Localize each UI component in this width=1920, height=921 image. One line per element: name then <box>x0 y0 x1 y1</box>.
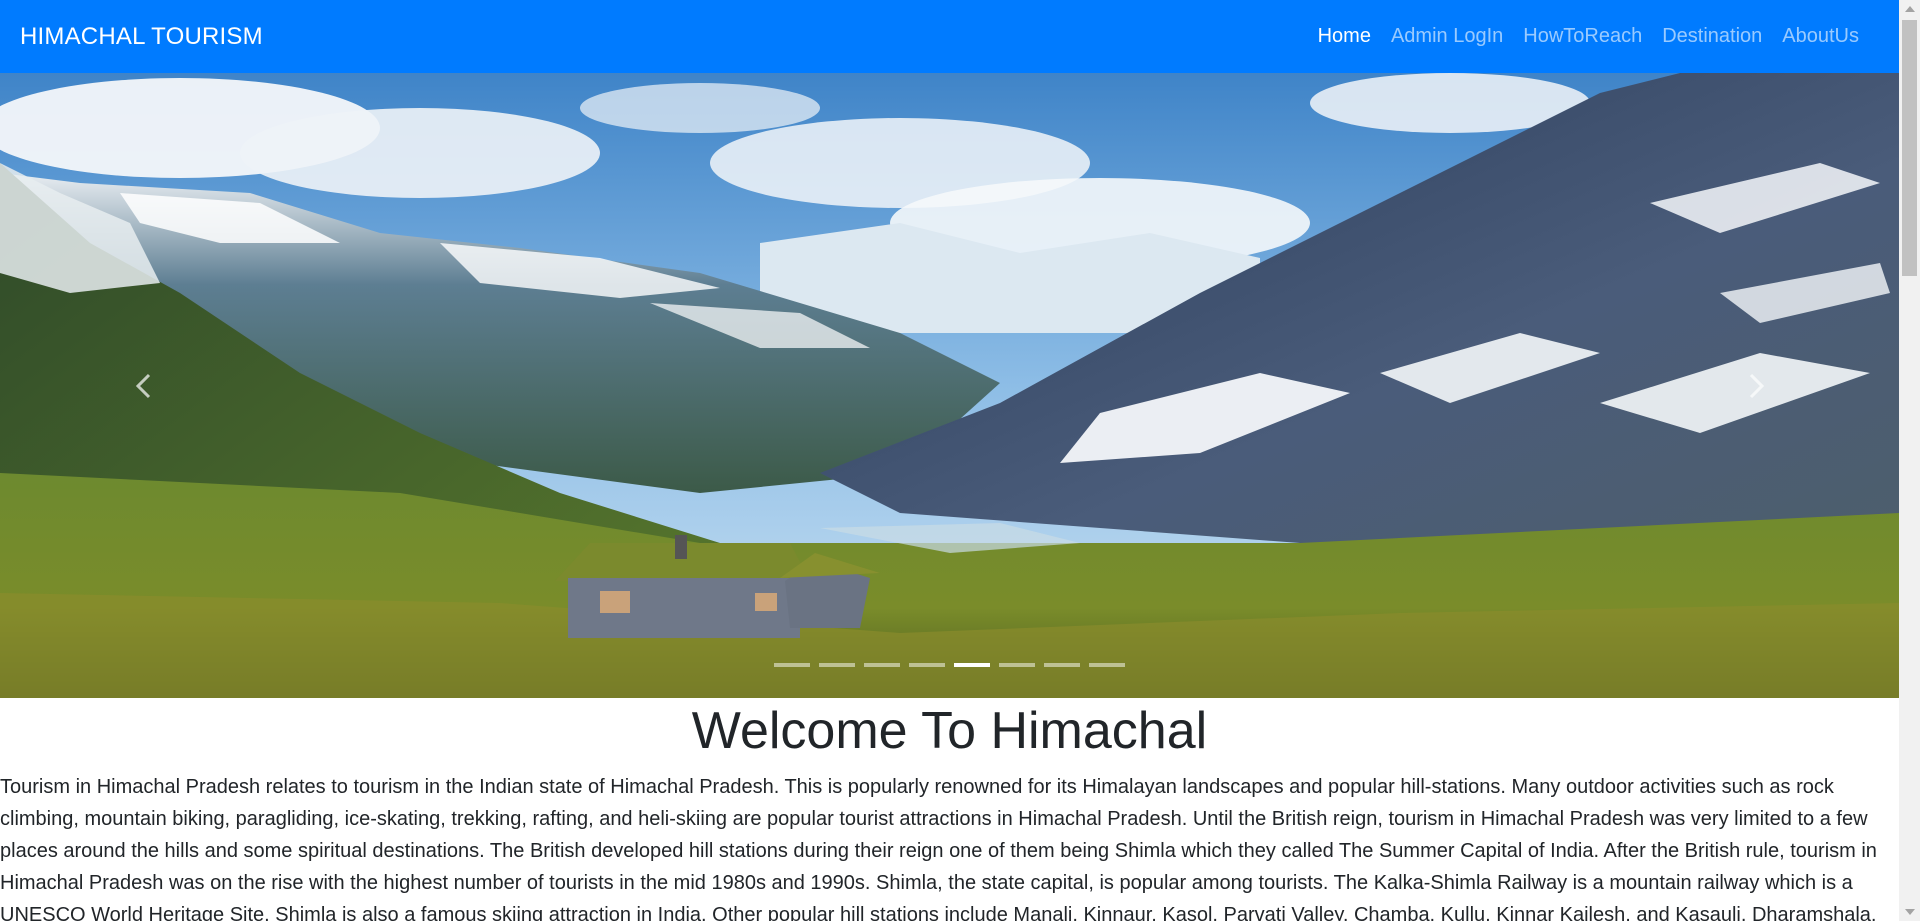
carousel-indicator[interactable] <box>1089 663 1125 667</box>
carousel-indicator[interactable] <box>909 663 945 667</box>
nav-link-destination[interactable]: Destination <box>1652 25 1772 48</box>
carousel-indicators <box>0 663 1899 667</box>
chevron-right-icon <box>1749 373 1764 398</box>
carousel-indicator[interactable] <box>954 663 990 667</box>
carousel-indicator[interactable] <box>1044 663 1080 667</box>
carousel-indicator[interactable] <box>774 663 810 667</box>
image-carousel <box>0 73 1899 698</box>
navbar: HIMACHAL TOURISM Home Admin LogIn HowToR… <box>0 0 1899 73</box>
carousel-indicator[interactable] <box>819 663 855 667</box>
carousel-next-control[interactable] <box>1614 73 1899 698</box>
page-title: Welcome To Himachal <box>691 702 1208 760</box>
carousel-prev-control[interactable] <box>0 73 285 698</box>
scroll-up-icon[interactable] <box>1905 6 1915 12</box>
carousel-indicator[interactable] <box>864 663 900 667</box>
scroll-down-icon[interactable] <box>1905 909 1915 915</box>
nav-link-about-us[interactable]: AboutUs <box>1772 25 1869 48</box>
chevron-left-icon <box>135 373 150 398</box>
scrollbar-thumb[interactable] <box>1902 20 1917 276</box>
nav-link-home[interactable]: Home <box>1308 25 1381 48</box>
nav-link-how-to-reach[interactable]: HowToReach <box>1513 25 1652 48</box>
carousel-indicator[interactable] <box>999 663 1035 667</box>
nav-links: Home Admin LogIn HowToReach Destination … <box>1308 25 1869 48</box>
vertical-scrollbar[interactable] <box>1899 0 1920 921</box>
nav-link-admin-login[interactable]: Admin LogIn <box>1381 25 1513 48</box>
brand-link[interactable]: HIMACHAL TOURISM <box>20 23 263 51</box>
main-content: Welcome To Himachal Tourism in Himachal … <box>0 698 1899 921</box>
intro-paragraph: Tourism in Himachal Pradesh relates to t… <box>0 776 1877 921</box>
page: HIMACHAL TOURISM Home Admin LogIn HowToR… <box>0 0 1899 921</box>
